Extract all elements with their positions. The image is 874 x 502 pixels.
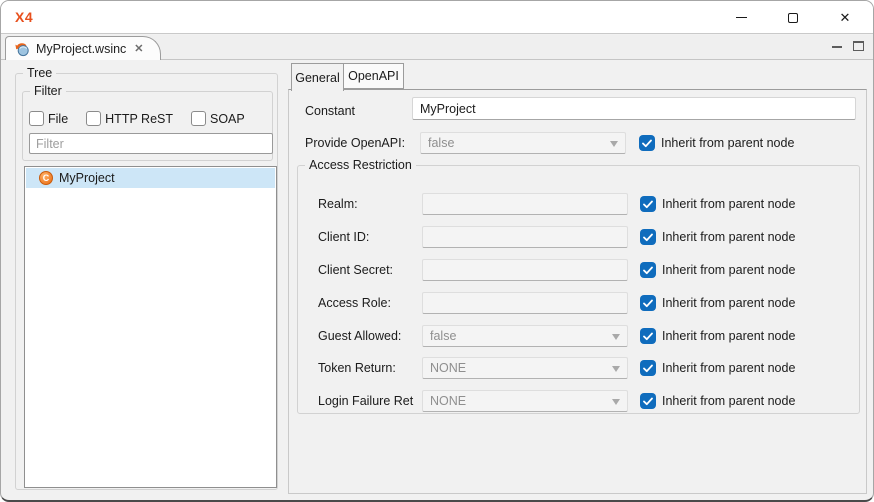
token-return-inherit-label: Inherit from parent node xyxy=(662,357,795,379)
project-tree[interactable]: C MyProject xyxy=(24,166,277,488)
filter-group: Filter File HTTP ReST SOAP xyxy=(22,91,273,161)
login-failure-label: Login Failure Ret xyxy=(318,390,413,412)
close-button[interactable]: ✕ xyxy=(819,1,871,34)
soap-checkbox-label: SOAP xyxy=(210,112,245,126)
login-failure-dropdown[interactable]: NONE xyxy=(422,390,628,412)
tab-general[interactable]: General xyxy=(291,63,344,91)
login-failure-inherit-checkbox[interactable] xyxy=(640,393,656,409)
client-id-input[interactable] xyxy=(422,226,628,248)
http-rest-checkbox[interactable] xyxy=(86,111,101,126)
filter-checkbox-row: File HTTP ReST SOAP xyxy=(29,111,245,126)
minimize-button[interactable] xyxy=(715,1,767,34)
editor-tab-bar: MyProject.wsinc ✕ xyxy=(1,35,873,60)
check-icon xyxy=(643,332,653,341)
check-icon xyxy=(642,139,652,148)
guest-allowed-dropdown[interactable]: false xyxy=(422,325,628,347)
guest-allowed-inherit-checkbox[interactable] xyxy=(640,328,656,344)
chevron-down-icon xyxy=(612,334,620,340)
http-rest-checkbox-label: HTTP ReST xyxy=(105,112,173,126)
filter-input[interactable] xyxy=(29,133,273,154)
view-maximize-icon[interactable] xyxy=(853,41,864,51)
provide-openapi-dropdown[interactable]: false xyxy=(420,132,626,154)
maximize-button[interactable] xyxy=(767,1,819,34)
check-icon xyxy=(643,266,653,275)
check-icon xyxy=(643,233,653,242)
client-secret-input[interactable] xyxy=(422,259,628,281)
general-tab-content: Constant Provide OpenAPI: false Inherit … xyxy=(288,89,867,494)
guest-allowed-value: false xyxy=(423,326,627,346)
check-icon xyxy=(643,397,653,406)
tab-general-label: General xyxy=(295,71,339,85)
guest-allowed-label: Guest Allowed: xyxy=(318,325,401,347)
access-restriction-group: Access Restriction Realm: Inherit from p… xyxy=(297,165,860,414)
window-controls: ✕ xyxy=(715,1,871,34)
minimize-icon xyxy=(736,17,747,18)
project-node-icon: C xyxy=(39,171,53,185)
client-id-inherit-label: Inherit from parent node xyxy=(662,226,795,248)
guest-allowed-inherit-label: Inherit from parent node xyxy=(662,325,795,347)
check-icon xyxy=(643,299,653,308)
provide-openapi-value: false xyxy=(421,133,625,153)
realm-inherit-checkbox[interactable] xyxy=(640,196,656,212)
view-minimize-icon[interactable] xyxy=(832,46,842,48)
provide-openapi-label: Provide OpenAPI: xyxy=(305,132,405,154)
file-checkbox[interactable] xyxy=(29,111,44,126)
access-role-inherit-label: Inherit from parent node xyxy=(662,292,795,314)
token-return-inherit-checkbox[interactable] xyxy=(640,360,656,376)
login-failure-value: NONE xyxy=(423,391,627,411)
tree-group-label: Tree xyxy=(23,66,56,80)
title-bar: X4 ✕ xyxy=(1,1,873,34)
token-return-label: Token Return: xyxy=(318,357,396,379)
client-id-inherit-checkbox[interactable] xyxy=(640,229,656,245)
check-icon xyxy=(643,364,653,373)
tab-close-icon[interactable]: ✕ xyxy=(134,42,143,55)
view-controls xyxy=(832,39,864,51)
tree-item-myproject[interactable]: C MyProject xyxy=(26,168,275,188)
realm-label: Realm: xyxy=(318,193,358,215)
chevron-down-icon xyxy=(610,141,618,147)
client-secret-label: Client Secret: xyxy=(318,259,393,281)
access-role-label: Access Role: xyxy=(318,292,391,314)
provide-openapi-inherit-checkbox[interactable] xyxy=(639,135,655,151)
application-window: X4 ✕ MyProject.wsinc ✕ Tree Filter xyxy=(0,0,874,502)
access-role-inherit-checkbox[interactable] xyxy=(640,295,656,311)
tree-item-label: MyProject xyxy=(59,171,115,185)
file-checkbox-label: File xyxy=(48,112,68,126)
app-logo: X4 xyxy=(15,9,33,25)
soap-checkbox[interactable] xyxy=(191,111,206,126)
realm-inherit-label: Inherit from parent node xyxy=(662,193,795,215)
tab-openapi-label: OpenAPI xyxy=(348,69,399,83)
editor-tab-myproject-wsinc[interactable]: MyProject.wsinc ✕ xyxy=(5,36,161,60)
client-secret-inherit-label: Inherit from parent node xyxy=(662,259,795,281)
constant-input[interactable] xyxy=(412,97,856,120)
access-role-input[interactable] xyxy=(422,292,628,314)
check-icon xyxy=(643,200,653,209)
wsinc-file-icon xyxy=(14,41,30,57)
client-secret-inherit-checkbox[interactable] xyxy=(640,262,656,278)
chevron-down-icon xyxy=(612,366,620,372)
editor-tab-title: MyProject.wsinc xyxy=(36,42,126,56)
maximize-icon xyxy=(788,13,798,23)
realm-input[interactable] xyxy=(422,193,628,215)
token-return-value: NONE xyxy=(423,358,627,378)
tree-group: Tree Filter File HTTP ReST SOAP C MyProj… xyxy=(15,73,278,490)
close-icon: ✕ xyxy=(840,11,851,24)
constant-label: Constant xyxy=(305,100,355,122)
login-failure-inherit-label: Inherit from parent node xyxy=(662,390,795,412)
token-return-dropdown[interactable]: NONE xyxy=(422,357,628,379)
provide-openapi-inherit-label: Inherit from parent node xyxy=(661,132,794,154)
tab-openapi[interactable]: OpenAPI xyxy=(343,63,404,89)
filter-group-label: Filter xyxy=(30,84,66,98)
client-id-label: Client ID: xyxy=(318,226,369,248)
access-restriction-label: Access Restriction xyxy=(305,158,416,172)
chevron-down-icon xyxy=(612,399,620,405)
